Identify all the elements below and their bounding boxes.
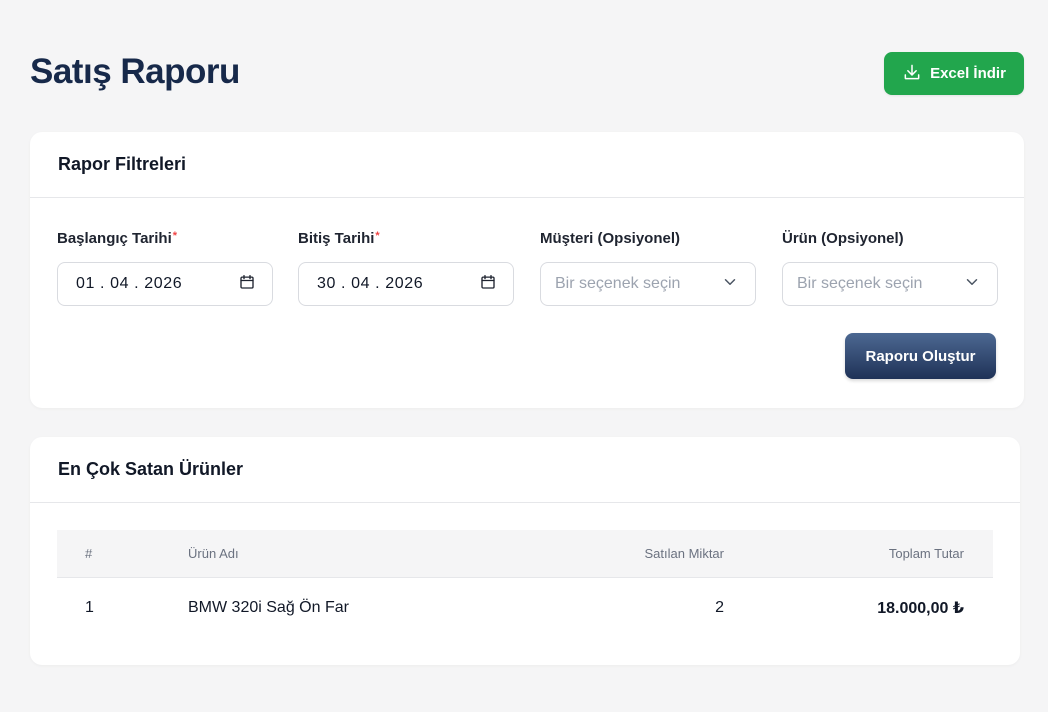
end-date-value: 30 . 04 . 2026 <box>317 275 424 292</box>
column-header-product-name: Ürün Adı <box>188 546 239 561</box>
row-quantity: 2 <box>715 599 724 616</box>
start-date-value: 01 . 04 . 2026 <box>76 275 183 292</box>
end-date-input[interactable]: 30 . 04 . 2026 <box>298 262 514 306</box>
chevron-down-icon <box>721 273 739 296</box>
chevron-down-icon <box>963 273 981 296</box>
generate-report-button[interactable]: Raporu Oluştur <box>845 333 996 379</box>
excel-download-label: Excel İndir <box>930 65 1006 82</box>
column-header-index: # <box>85 546 93 561</box>
column-header-total: Toplam Tutar <box>888 546 964 561</box>
column-header-quantity: Satılan Miktar <box>644 546 724 561</box>
row-total: 18.000,00 ₺ <box>877 600 964 617</box>
product-field: Ürün (Opsiyonel) Bir seçenek seçin <box>782 228 998 306</box>
top-products-title: En Çok Satan Ürünler <box>30 437 1020 503</box>
end-date-label: Bitiş Tarihi <box>298 230 375 247</box>
customer-label: Müşteri (Opsiyonel) <box>540 230 681 247</box>
report-filters-card: Rapor Filtreleri Başlangıç Tarihi* 01 . … <box>30 132 1024 408</box>
product-label: Ürün (Opsiyonel) <box>782 230 904 247</box>
row-index: 1 <box>85 599 94 616</box>
download-icon <box>902 62 922 86</box>
top-products-card: En Çok Satan Ürünler # Ürün Adı Satılan … <box>30 437 1020 665</box>
top-products-table: # Ürün Adı Satılan Miktar Toplam Tutar 1… <box>57 530 993 638</box>
calendar-icon[interactable] <box>479 273 497 296</box>
product-select[interactable]: Bir seçenek seçin <box>782 262 998 306</box>
filters-title: Rapor Filtreleri <box>30 132 1024 198</box>
table-row[interactable]: 1 BMW 320i Sağ Ön Far 2 18.000,00 ₺ <box>57 578 993 638</box>
table-header: # Ürün Adı Satılan Miktar Toplam Tutar <box>57 530 993 578</box>
customer-field: Müşteri (Opsiyonel) Bir seçenek seçin <box>540 228 756 306</box>
required-mark: * <box>375 230 380 242</box>
start-date-field: Başlangıç Tarihi* 01 . 04 . 2026 <box>57 228 273 306</box>
customer-select[interactable]: Bir seçenek seçin <box>540 262 756 306</box>
product-placeholder: Bir seçenek seçin <box>797 275 923 292</box>
start-date-label: Başlangıç Tarihi <box>57 230 172 247</box>
calendar-icon[interactable] <box>238 273 256 296</box>
required-mark: * <box>172 230 178 242</box>
excel-download-button[interactable]: Excel İndir <box>884 52 1024 95</box>
customer-placeholder: Bir seçenek seçin <box>555 275 681 292</box>
start-date-input[interactable]: 01 . 04 . 2026 <box>57 262 273 306</box>
end-date-field: Bitiş Tarihi* 30 . 04 . 2026 <box>298 228 514 306</box>
row-product-name: BMW 320i Sağ Ön Far <box>188 599 349 616</box>
page-title: Satış Raporu <box>30 52 240 91</box>
